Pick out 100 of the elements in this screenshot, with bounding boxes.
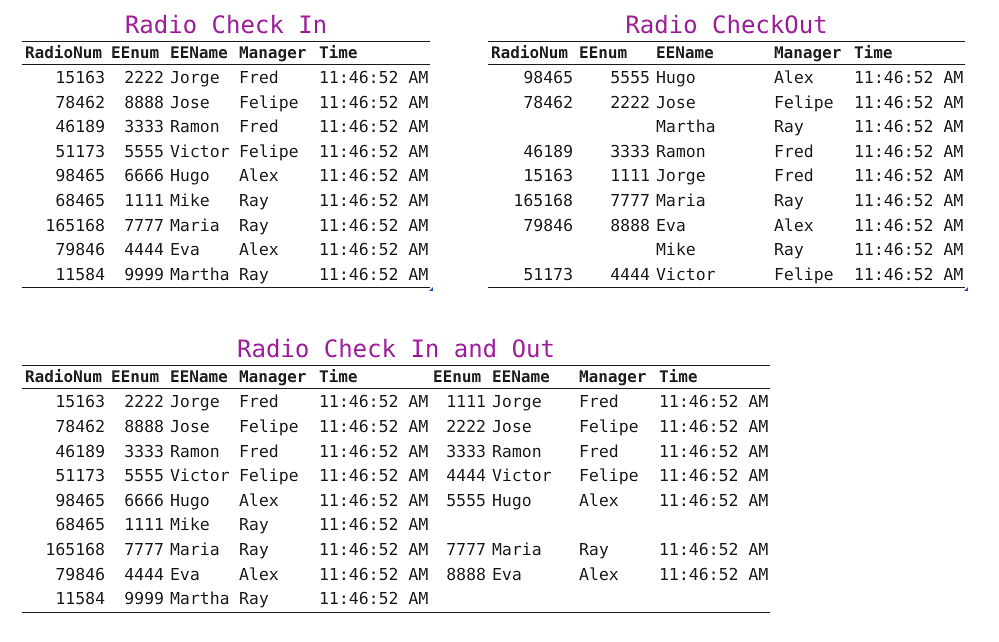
table-cell-text: Ray xyxy=(239,514,269,536)
table-cell-text: 3333 xyxy=(610,140,650,163)
table-cell-text: 3333 xyxy=(124,440,164,463)
table-cell-text: Fred xyxy=(239,391,279,414)
table-cell-text: 1111 xyxy=(446,391,486,414)
table-cell-text: 1111 xyxy=(124,190,164,212)
table-cell-text: Fred xyxy=(579,440,619,463)
table-cell-text: 8888 xyxy=(124,92,164,114)
table-cell-text: 78462 xyxy=(523,92,573,114)
table-cell-text: Fred xyxy=(239,67,279,89)
table-cell-text: Alex xyxy=(774,214,814,237)
table-cell-text: Victor xyxy=(170,465,230,488)
table-cell-text: Jorge xyxy=(492,391,542,414)
table-cell-text: 8888 xyxy=(610,214,650,237)
table-cell-text: 11:46:52 AM xyxy=(319,490,428,512)
table-cell-text: 15163 xyxy=(55,391,105,414)
table-cell-text: Martha xyxy=(170,588,230,610)
resize-handle-icon[interactable] xyxy=(429,287,433,292)
table-cell-text: Martha xyxy=(656,116,716,138)
table-cell-text: Jose xyxy=(492,416,532,438)
table-cell-text: 68465 xyxy=(55,514,105,536)
table-cell-text: 4444 xyxy=(124,564,164,586)
table-cell-text: Jose xyxy=(170,416,210,438)
column-header: Manager xyxy=(239,366,306,388)
table-cell-text: 98465 xyxy=(55,490,105,512)
table-cell-text: Jose xyxy=(656,92,696,114)
table-cell-text: 4444 xyxy=(124,239,164,262)
table-cell-text: 11:46:52 AM xyxy=(854,67,964,89)
table-cell-text: Ray xyxy=(774,190,804,212)
table-cell-text: 15163 xyxy=(55,67,105,89)
table-cell-text: 11:46:52 AM xyxy=(319,264,428,286)
table-cell-text: 1111 xyxy=(124,514,164,536)
table-cell-text: Jorge xyxy=(170,391,220,414)
table-cell-text: Felipe xyxy=(579,465,639,488)
table-cell-text: Fred xyxy=(239,440,279,463)
table-cell-text: 79846 xyxy=(523,214,573,237)
table-cell-text: 11584 xyxy=(55,588,105,610)
table-cell-text: 9999 xyxy=(124,264,164,286)
table-cell-text: Alex xyxy=(239,239,279,262)
table-cell-text: Hugo xyxy=(170,490,210,512)
column-header: EEnum xyxy=(111,42,160,64)
table-cell-text: Alex xyxy=(239,165,279,188)
table-cell-text: Martha xyxy=(170,264,230,286)
table-cell-text: Maria xyxy=(170,214,220,237)
table-cell-text: 11:46:52 AM xyxy=(319,416,428,438)
table-cell-text: 11:46:52 AM xyxy=(319,92,428,114)
table-cell-text: Maria xyxy=(170,538,220,561)
table-cell-text: 11:46:52 AM xyxy=(659,538,768,561)
table-cell-text: Hugo xyxy=(492,490,532,512)
table-cell-text: 78462 xyxy=(55,92,105,114)
table-cell-text: Eva xyxy=(170,239,200,262)
table-cell-text: 79846 xyxy=(55,564,105,586)
table-cell-text: Mike xyxy=(170,514,210,536)
table-cell-text: 2222 xyxy=(446,416,486,438)
table-title: Radio CheckOut xyxy=(625,10,828,40)
table-cell-text: 11:46:52 AM xyxy=(319,239,428,262)
table-cell-text: Victor xyxy=(170,140,230,163)
table-cell-text: 11:46:52 AM xyxy=(854,116,964,138)
column-header: RadioNum xyxy=(25,366,102,388)
table-cell-text: Ray xyxy=(239,214,269,237)
column-header: Time xyxy=(854,42,893,64)
table-cell-text: 165168 xyxy=(45,538,105,561)
table-cell-text: Eva xyxy=(170,564,200,586)
table-cell-text: Ramon xyxy=(170,440,220,463)
table-cell-text: Ray xyxy=(774,239,804,262)
column-header: EEnum xyxy=(579,42,628,64)
table-cell-text: 11:46:52 AM xyxy=(319,538,428,561)
table-cell-text: Jorge xyxy=(170,67,220,89)
table-cell-text: 11:46:52 AM xyxy=(659,416,768,438)
table-cell-text: 11:46:52 AM xyxy=(319,116,428,138)
column-header: Time xyxy=(319,42,358,64)
table-cell-text: 4444 xyxy=(446,465,486,488)
table-cell-text: 5555 xyxy=(124,140,164,163)
column-header: EEName xyxy=(492,366,550,388)
table-cell-text: Ray xyxy=(239,190,269,212)
column-header: Manager xyxy=(579,366,646,388)
table-cell-text: 9999 xyxy=(124,588,164,610)
table-cell-text: 46189 xyxy=(523,140,573,163)
table-cell-text: Fred xyxy=(579,391,619,414)
table-cell-text: 4444 xyxy=(610,264,650,286)
table-cell-text: 11:46:52 AM xyxy=(319,214,428,237)
table-cell-text: Felipe xyxy=(239,140,299,163)
column-header: EEName xyxy=(656,42,714,64)
table-cell-text: Victor xyxy=(656,264,716,286)
table-cell-text: Felipe xyxy=(579,416,639,438)
column-header: Time xyxy=(659,366,698,388)
table-cell-text: 7777 xyxy=(124,214,164,237)
table-cell-text: 11:46:52 AM xyxy=(319,140,428,163)
table-cell-text: 7777 xyxy=(446,538,486,561)
table-cell-text: 78462 xyxy=(55,416,105,438)
table-cell-text: 7777 xyxy=(610,190,650,212)
table-cell-text: Alex xyxy=(579,490,619,512)
table-cell-text: 11:46:52 AM xyxy=(319,391,428,414)
resize-handle-icon[interactable] xyxy=(964,287,968,292)
table-cell-text: 8888 xyxy=(124,416,164,438)
table-cell-text: Fred xyxy=(774,140,814,163)
table-cell-text: 3333 xyxy=(446,440,486,463)
table-cell-text: 5555 xyxy=(610,67,650,89)
table-cell-text: 11:46:52 AM xyxy=(319,67,428,89)
table-cell-text: Alex xyxy=(774,67,814,89)
